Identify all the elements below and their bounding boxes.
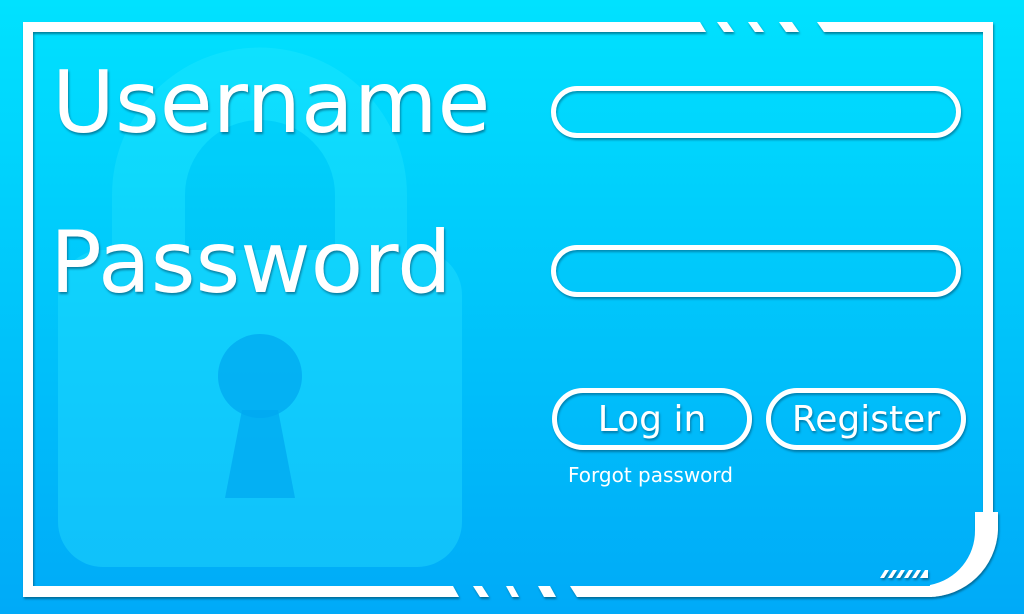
login-button[interactable]: Log in [552,388,752,450]
forgot-password-link[interactable]: Forgot password [568,463,733,487]
password-input[interactable] [551,245,961,297]
password-label: Password [50,213,452,313]
register-button[interactable]: Register [766,388,966,450]
username-label: Username [52,53,491,153]
username-input[interactable] [551,86,961,138]
